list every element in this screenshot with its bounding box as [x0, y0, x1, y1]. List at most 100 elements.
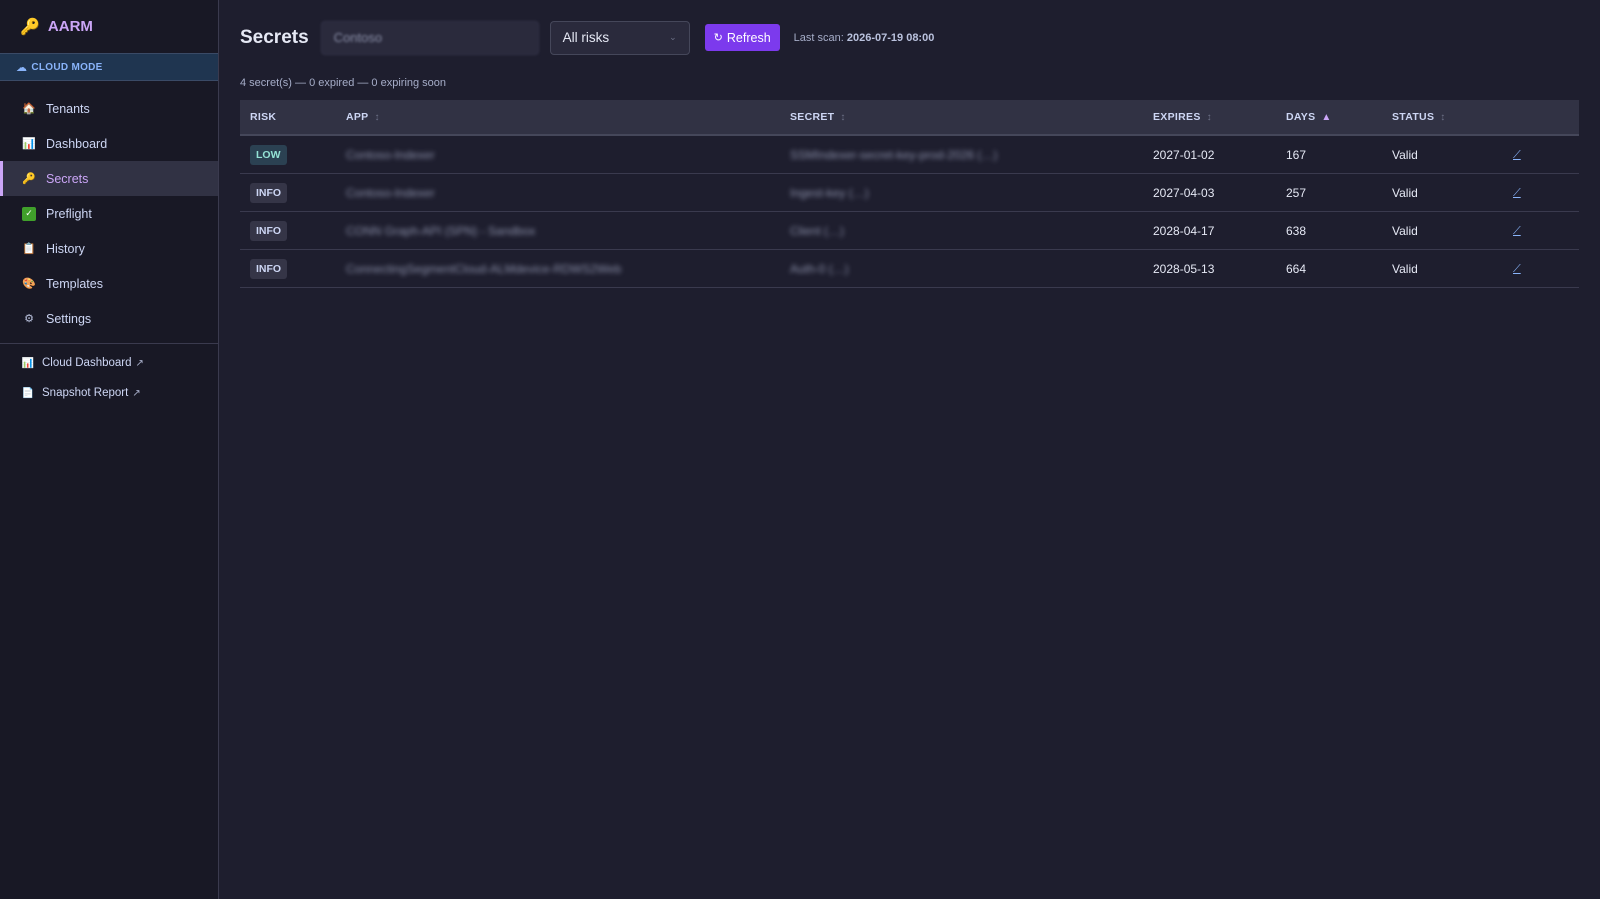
sidebar-item-label: Tenants: [46, 101, 90, 116]
sidebar-item-dashboard[interactable]: 📊 Dashboard: [0, 126, 218, 161]
status-cell: Valid: [1382, 249, 1503, 288]
key-icon: 🔑: [20, 18, 40, 36]
sidebar-item-preflight[interactable]: ✓ Preflight: [0, 196, 218, 231]
mode-label: CLOUD MODE: [31, 61, 103, 73]
document-icon: 📄: [21, 387, 35, 399]
column-header-actions: [1503, 100, 1579, 136]
palette-icon: 🎨: [22, 278, 36, 290]
sort-ascending-icon: ▲: [1321, 112, 1332, 123]
risk-cell: INFO: [240, 249, 336, 288]
sidebar-item-tenants[interactable]: 🏠 Tenants: [0, 91, 218, 126]
main-content: Secrets All risks ⌄ ↻ Refresh Last scan:…: [219, 0, 1600, 899]
edit-icon[interactable]: ⟋: [1513, 149, 1521, 161]
external-link-icon: ↗: [132, 387, 141, 399]
table-row[interactable]: LOW Contoso-Indexer SSMIndexer-secret-ke…: [240, 135, 1579, 174]
edit-icon[interactable]: ⟋: [1513, 187, 1521, 199]
secrets-table: RISK APP ↕ SECRET ↕ EXPIRES ↕ DAYS ▲ STATUS ↕…: [240, 100, 1579, 288]
cloud-icon: ☁: [16, 61, 28, 74]
refresh-button[interactable]: ↻ Refresh: [704, 24, 780, 51]
app-title: AARM: [47, 18, 93, 35]
last-scan-label: Last scan:: [793, 31, 844, 44]
expires-cell: 2027-01-02: [1143, 135, 1276, 174]
brand[interactable]: 🔑 AARM: [0, 0, 218, 53]
days-cell: 638: [1276, 211, 1382, 250]
sidebar-item-settings[interactable]: ⚙ Settings: [0, 301, 218, 336]
column-header-app[interactable]: APP ↕: [336, 100, 780, 136]
last-scan: Last scan: 2026-07-19 08:00: [794, 32, 935, 44]
risk-badge: INFO: [250, 220, 288, 241]
status-cell: Valid: [1382, 173, 1503, 212]
house-icon: 🏠: [22, 103, 36, 115]
sidebar-item-label: Settings: [46, 311, 92, 326]
app-cell: Contoso-Indexer: [336, 173, 780, 212]
summary-text: 4 secret(s) — 0 expired — 0 expiring soo…: [240, 77, 447, 89]
status-cell: Valid: [1382, 135, 1503, 174]
chevron-down-icon: ⌄: [669, 32, 677, 42]
days-cell: 257: [1276, 173, 1382, 212]
risk-badge: INFO: [250, 258, 288, 279]
column-header-status[interactable]: STATUS ↕: [1382, 100, 1503, 136]
app-cell: CONN Graph-API (SPN) - Sandbox: [336, 211, 780, 250]
toolbar: Secrets All risks ⌄ ↻ Refresh Last scan:…: [240, 0, 1579, 75]
search-input[interactable]: [320, 20, 539, 55]
chart-icon: 📊: [22, 138, 36, 150]
sidebar-item-label: Dashboard: [46, 136, 108, 151]
sort-icon: ↕: [840, 112, 846, 123]
risk-cell: LOW: [240, 135, 336, 174]
sort-icon: ↕: [374, 112, 380, 123]
sidebar-item-label: Secrets: [46, 171, 89, 186]
actions-cell: ⟋: [1503, 173, 1579, 212]
refresh-label: Refresh: [726, 30, 771, 45]
table-header-row: RISK APP ↕ SECRET ↕ EXPIRES ↕ DAYS ▲ STATUS ↕: [240, 100, 1579, 136]
page-title: Secrets: [240, 26, 309, 48]
app-root: 🔑 AARM ☁ CLOUD MODE 🏠 Tenants 📊 Dashboar…: [0, 0, 1600, 899]
sidebar: 🔑 AARM ☁ CLOUD MODE 🏠 Tenants 📊 Dashboar…: [0, 0, 219, 899]
table-row[interactable]: INFO CONN Graph-API (SPN) - Sandbox Clie…: [240, 211, 1579, 250]
expires-cell: 2027-04-03: [1143, 173, 1276, 212]
column-header-days[interactable]: DAYS ▲: [1276, 100, 1382, 136]
link-snapshot-report[interactable]: 📄 Snapshot Report ↗: [0, 378, 218, 408]
risk-filter-select[interactable]: All risks ⌄: [549, 20, 690, 55]
sidebar-item-label: Templates: [46, 276, 103, 291]
clipboard-icon: 📋: [22, 243, 36, 255]
expires-cell: 2028-05-13: [1143, 249, 1276, 288]
table-row[interactable]: INFO Contoso-Indexer Ingest-key (…) 2027…: [240, 173, 1579, 212]
days-cell: 167: [1276, 135, 1382, 174]
secret-cell: Client (…): [780, 211, 1143, 250]
last-scan-value: 2026-07-19 08:00: [846, 31, 935, 44]
expires-cell: 2028-04-17: [1143, 211, 1276, 250]
check-icon: ✓: [22, 206, 36, 221]
column-header-risk[interactable]: RISK: [240, 100, 336, 136]
sidebar-item-label: History: [46, 241, 85, 256]
risk-filter-value: All risks: [562, 30, 610, 45]
sidebar-item-templates[interactable]: 🎨 Templates: [0, 266, 218, 301]
app-cell: Contoso-Indexer: [336, 135, 780, 174]
actions-cell: ⟋: [1503, 135, 1579, 174]
sidebar-item-history[interactable]: 📋 History: [0, 231, 218, 266]
risk-cell: INFO: [240, 173, 336, 212]
sidebar-item-secrets[interactable]: 🔑 Secrets: [0, 161, 218, 196]
secret-cell: SSMIndexer-secret-key-prod-2026 (…): [780, 135, 1143, 174]
link-cloud-dashboard[interactable]: 📊 Cloud Dashboard ↗: [0, 348, 218, 378]
column-header-expires[interactable]: EXPIRES ↕: [1143, 100, 1276, 136]
nav-divider: [0, 343, 218, 344]
column-header-secret[interactable]: SECRET ↕: [780, 100, 1143, 136]
refresh-icon: ↻: [713, 32, 723, 44]
actions-cell: ⟋: [1503, 211, 1579, 250]
table-row[interactable]: INFO ConnectingSegmentCloud-ALMdevice-RD…: [240, 249, 1579, 288]
sort-icon: ↕: [1206, 112, 1212, 123]
sidebar-nav: 🏠 Tenants 📊 Dashboard 🔑 Secrets ✓ Prefli…: [0, 91, 218, 336]
chart-icon: 📊: [21, 357, 35, 369]
risk-cell: INFO: [240, 211, 336, 250]
external-link-icon: ↗: [135, 357, 144, 369]
risk-badge: INFO: [250, 182, 288, 203]
link-label: Cloud Dashboard: [42, 357, 132, 369]
sort-icon: ↕: [1440, 112, 1446, 123]
risk-badge: LOW: [250, 144, 287, 165]
edit-icon[interactable]: ⟋: [1513, 225, 1521, 237]
edit-icon[interactable]: ⟋: [1513, 263, 1521, 275]
app-cell: ConnectingSegmentCloud-ALMdevice-RDWS2We…: [336, 249, 780, 288]
status-cell: Valid: [1382, 211, 1503, 250]
sidebar-item-label: Preflight: [46, 206, 92, 221]
gear-icon: ⚙: [24, 313, 34, 325]
